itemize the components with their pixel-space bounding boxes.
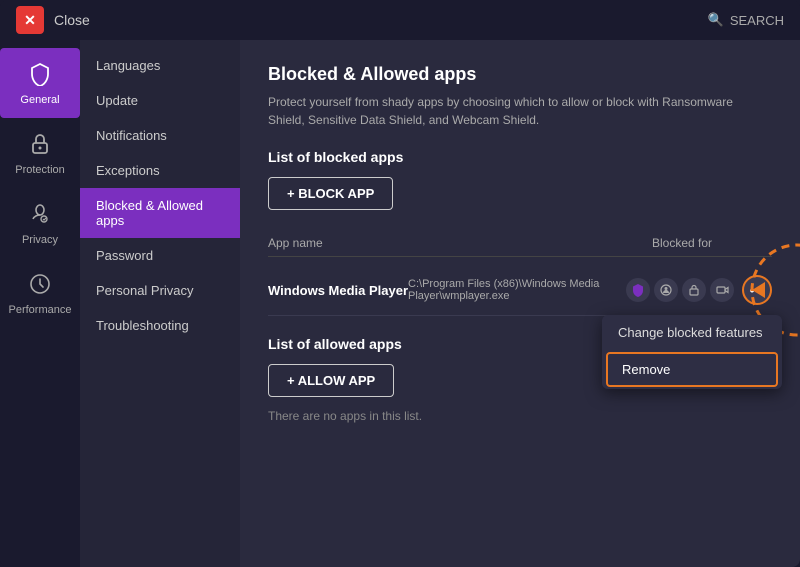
app-path: C:\Program Files (x86)\Windows Media Pla… bbox=[408, 278, 626, 302]
more-actions-container: ••• Change blocked features Remove bbox=[742, 275, 772, 305]
protection-label: Protection bbox=[15, 164, 65, 176]
blocked-icons bbox=[626, 278, 734, 302]
dropdown-menu: Change blocked features Remove bbox=[602, 315, 782, 389]
table-row: Windows Media Player C:\Program Files (x… bbox=[268, 265, 772, 316]
close-button[interactable]: ✕ bbox=[16, 6, 44, 34]
block-app-button[interactable]: + BLOCK APP bbox=[268, 177, 393, 210]
allow-app-button[interactable]: + ALLOW APP bbox=[268, 364, 394, 397]
menu-troubleshooting[interactable]: Troubleshooting bbox=[80, 308, 240, 343]
change-blocked-features-item[interactable]: Change blocked features bbox=[602, 315, 782, 350]
privacy-icon bbox=[26, 200, 54, 228]
menu-exceptions[interactable]: Exceptions bbox=[80, 153, 240, 188]
page-title: Blocked & Allowed apps bbox=[268, 64, 772, 85]
menu-personal-privacy[interactable]: Personal Privacy bbox=[80, 273, 240, 308]
performance-icon bbox=[26, 270, 54, 298]
performance-label: Performance bbox=[9, 304, 72, 316]
menu-update[interactable]: Update bbox=[80, 83, 240, 118]
blocked-section-title: List of blocked apps bbox=[268, 149, 772, 165]
ellipsis-icon: ••• bbox=[750, 282, 765, 298]
app-name-header: App name bbox=[268, 236, 323, 250]
page-description: Protect yourself from shady apps by choo… bbox=[268, 93, 768, 129]
menu-blocked-allowed[interactable]: Blocked & Allowed apps bbox=[80, 188, 240, 238]
window-title: Close bbox=[54, 12, 90, 28]
privacy-label: Privacy bbox=[22, 234, 58, 246]
main-layout: General Protection bbox=[0, 40, 800, 567]
menu-password[interactable]: Password bbox=[80, 238, 240, 273]
webcam-icon bbox=[710, 278, 734, 302]
general-label: General bbox=[20, 94, 59, 106]
more-actions-button[interactable]: ••• bbox=[742, 275, 772, 305]
title-bar: ✕ Close 🔍 SEARCH bbox=[0, 0, 800, 40]
general-icon bbox=[26, 60, 54, 88]
content-area: Blocked & Allowed apps Protect yourself … bbox=[240, 40, 800, 567]
search-label: SEARCH bbox=[730, 13, 784, 28]
sidebar-item-privacy[interactable]: Privacy bbox=[0, 188, 80, 258]
search-area[interactable]: 🔍 SEARCH bbox=[708, 12, 784, 28]
table-header: App name Blocked for bbox=[268, 230, 772, 257]
icon-sidebar: General Protection bbox=[0, 40, 80, 567]
data-protection-icon bbox=[682, 278, 706, 302]
ransomware-icon bbox=[626, 278, 650, 302]
sidebar-item-general[interactable]: General bbox=[0, 48, 80, 118]
title-bar-left: ✕ Close bbox=[16, 6, 90, 34]
remove-item[interactable]: Remove bbox=[606, 352, 778, 387]
menu-languages[interactable]: Languages bbox=[80, 48, 240, 83]
empty-list-text: There are no apps in this list. bbox=[268, 409, 772, 423]
protection-icon bbox=[26, 130, 54, 158]
menu-notifications[interactable]: Notifications bbox=[80, 118, 240, 153]
sidebar-item-performance[interactable]: Performance bbox=[0, 258, 80, 328]
search-icon: 🔍 bbox=[708, 12, 724, 28]
app-name: Windows Media Player bbox=[268, 283, 408, 298]
sensitive-data-icon bbox=[654, 278, 678, 302]
sidebar-item-protection[interactable]: Protection bbox=[0, 118, 80, 188]
menu-sidebar: Languages Update Notifications Exception… bbox=[80, 40, 240, 567]
app-window: ✕ Close 🔍 SEARCH General bbox=[0, 0, 800, 567]
blocked-for-header: Blocked for bbox=[652, 236, 712, 250]
